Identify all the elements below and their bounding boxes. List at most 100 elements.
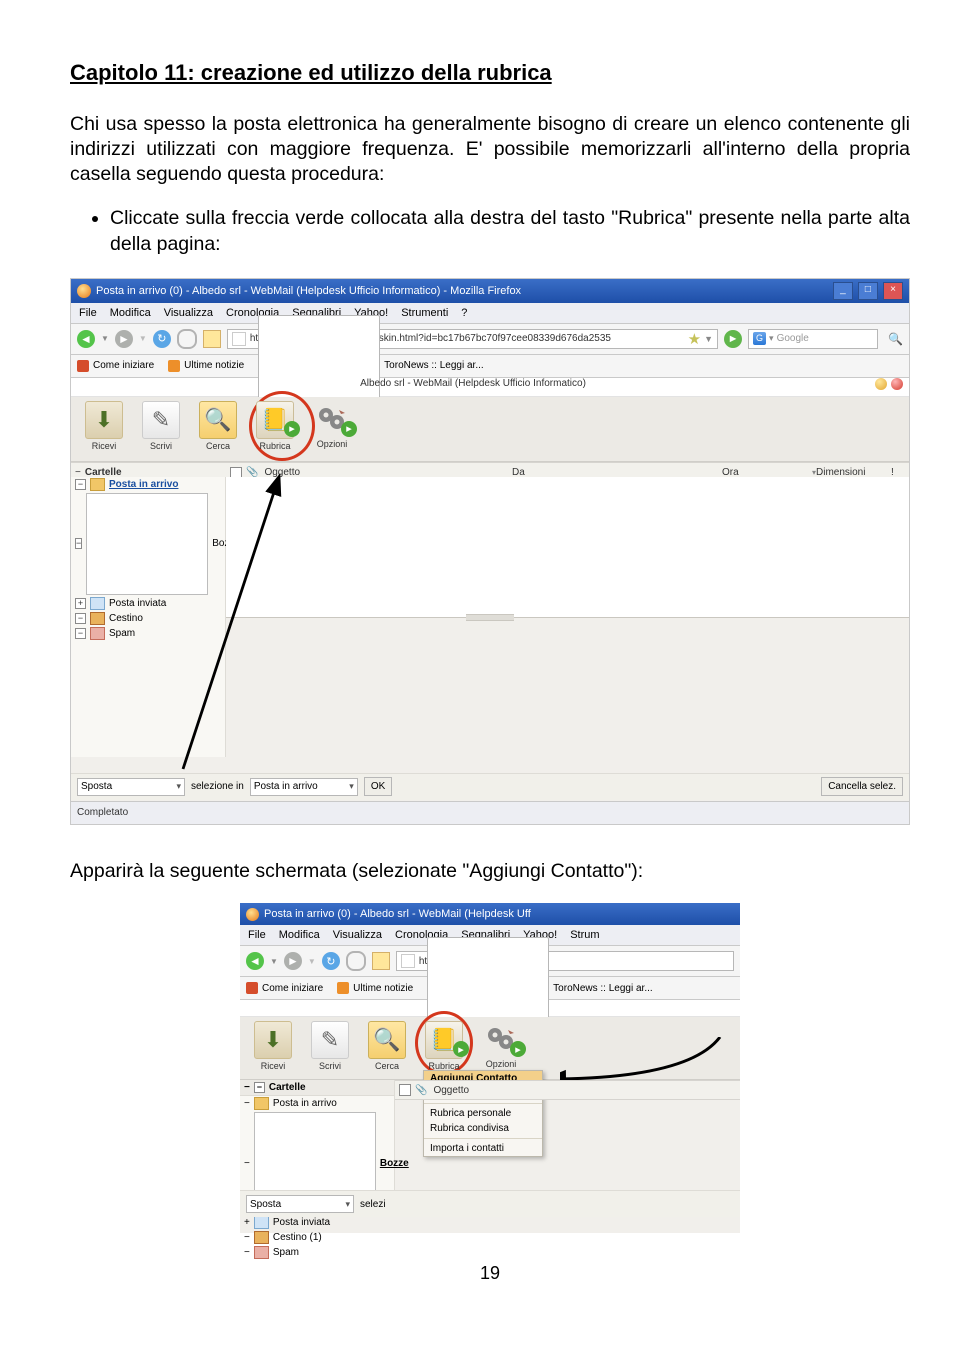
maximize-icon[interactable]: □ <box>858 282 878 300</box>
exit-icon[interactable] <box>891 378 903 390</box>
search-input[interactable]: G ▾ Google <box>748 329 878 349</box>
sposta-select[interactable]: Sposta▾ <box>246 1195 354 1213</box>
star-icon[interactable]: ★ <box>688 330 701 348</box>
folder-icon <box>90 478 105 491</box>
tree-header: Cartelle <box>269 1082 306 1093</box>
select-all-checkbox[interactable] <box>399 1084 411 1096</box>
annotation-arrow <box>183 489 303 792</box>
scrivi-icon: ✎ <box>142 401 180 439</box>
menu-visualizza[interactable]: Visualizza <box>333 929 382 941</box>
tree-item-cestino[interactable]: −Cestino (1) <box>240 1230 394 1245</box>
window-titlebar: Posta in arrivo (0) - Albedo srl - WebMa… <box>240 903 740 925</box>
forward-icon[interactable]: ► <box>284 952 302 970</box>
col-oggetto[interactable]: Oggetto <box>433 1085 469 1096</box>
tree-collapse-icon[interactable]: − <box>244 1082 250 1093</box>
stop-icon[interactable] <box>346 951 366 971</box>
trash-icon <box>90 612 105 625</box>
window-title: Posta in arrivo (0) - Albedo srl - WebMa… <box>96 285 521 297</box>
help-icon[interactable] <box>875 378 887 390</box>
sposta-select[interactable]: Sposta▾ <box>77 778 185 796</box>
folder-tree: −−Cartelle −Posta in arrivo −Bozze +Post… <box>240 1080 395 1190</box>
screenshot-2: Posta in arrivo (0) - Albedo srl - WebMa… <box>240 903 740 1233</box>
selezi-label: selezi <box>360 1199 386 1210</box>
toolbar-cerca[interactable]: 🔍Cerca <box>360 1021 414 1071</box>
firefox-icon <box>246 908 259 921</box>
search-placeholder: Google <box>777 333 809 344</box>
bookmark-ultime-notizie[interactable]: Ultime notizie <box>168 360 244 372</box>
tree-item-posta-in-arrivo[interactable]: −Posta in arrivo <box>240 1096 394 1111</box>
intro-paragraph: Chi usa spesso la posta elettronica ha g… <box>70 112 910 187</box>
selezione-in-label: selezione in <box>191 781 244 792</box>
toolbar-rubrica[interactable]: 📒 ▸ Rubrica <box>248 401 302 451</box>
menu-modifica[interactable]: Modifica <box>279 929 320 941</box>
tree-item-spam[interactable]: −Spam <box>240 1245 394 1260</box>
home-icon[interactable] <box>203 330 221 348</box>
back-dropdown-icon[interactable]: ▼ <box>101 334 109 343</box>
app-header: Albedo srl - WebMail (Helpdesk Ufficio I… <box>71 378 909 397</box>
spam-icon <box>254 1246 269 1259</box>
back-dropdown-icon[interactable]: ▼ <box>270 957 278 966</box>
nav-toolbar: ◄ ▼ ► ▼ ↻ http://webmail.albedo.it/blank… <box>71 324 909 355</box>
menu-file[interactable]: File <box>79 307 97 319</box>
cerca-icon: 🔍 <box>199 401 237 439</box>
forward-icon[interactable]: ► <box>115 330 133 348</box>
chapter-title: Capitolo 11: creazione ed utilizzo della… <box>70 60 910 86</box>
toolbar-cerca[interactable]: 🔍 Cerca <box>191 401 245 451</box>
bookmark-come-iniziare[interactable]: Come iniziare <box>246 982 323 994</box>
bookmark-come-iniziare[interactable]: Come iniziare <box>77 360 154 372</box>
ok-button[interactable]: OK <box>364 777 392 796</box>
bookmark-ultime-notizie[interactable]: Ultime notizie <box>337 982 413 994</box>
menu-bar[interactable]: File Modifica Visualizza Cronologia Segn… <box>71 303 909 324</box>
between-paragraph: Apparirà la seguente schermata (selezion… <box>70 859 910 884</box>
tree-item-posta-inviata[interactable]: +Posta inviata <box>240 1215 394 1230</box>
status-bar: Completato <box>71 801 909 824</box>
attachment-col-icon: 📎 <box>415 1085 427 1096</box>
action-bar: Sposta▾ selezione in Posta in arrivo▾ OK… <box>71 773 909 800</box>
opzioni-dropdown-icon[interactable]: ▸ <box>341 421 357 437</box>
reload-icon[interactable]: ↻ <box>153 330 171 348</box>
reload-icon[interactable]: ↻ <box>322 952 340 970</box>
forward-dropdown-icon[interactable]: ▼ <box>139 334 147 343</box>
menu-file[interactable]: File <box>248 929 266 941</box>
app-toolbar: ⬇Ricevi ✎Scrivi 🔍Cerca 📒▸Rubrica ▸Opzion… <box>240 1017 740 1080</box>
ricevi-icon: ⬇ <box>254 1021 292 1059</box>
toolbar-ricevi[interactable]: ⬇Ricevi <box>246 1021 300 1071</box>
toolbar-scrivi[interactable]: ✎Scrivi <box>303 1021 357 1071</box>
message-list-area: 📎 Oggetto <box>395 1080 740 1190</box>
app-toolbar: ⬇ Ricevi ✎ Scrivi 🔍 Cerca 📒 ▸ Rubrica ▸ <box>71 397 909 462</box>
destination-select[interactable]: Posta in arrivo▾ <box>250 778 358 796</box>
rubrica-dropdown-icon[interactable]: ▸ <box>453 1041 469 1057</box>
home-icon[interactable] <box>372 952 390 970</box>
search-go-icon[interactable]: 🔍 <box>888 332 903 346</box>
screenshot-1: Posta in arrivo (0) - Albedo srl - WebMa… <box>70 278 910 825</box>
window-buttons[interactable]: _ □ × <box>831 282 903 300</box>
back-icon[interactable]: ◄ <box>77 330 95 348</box>
opzioni-dropdown-icon[interactable]: ▸ <box>510 1041 526 1057</box>
url-dropdown-icon[interactable]: ▼ <box>704 334 713 344</box>
go-icon[interactable]: ► <box>724 330 742 348</box>
bookmark-toolbar: Come iniziare Ultime notizie ToroNews ::… <box>240 977 740 1000</box>
toolbar-opzioni[interactable]: ▸ Opzioni <box>305 401 359 449</box>
back-icon[interactable]: ◄ <box>246 952 264 970</box>
cancella-selez-button[interactable]: Cancella selez. <box>821 777 903 796</box>
forward-dropdown-icon[interactable]: ▼ <box>308 957 316 966</box>
toolbar-ricevi[interactable]: ⬇ Ricevi <box>77 401 131 451</box>
ricevi-icon: ⬇ <box>85 401 123 439</box>
toolbar-opzioni[interactable]: ▸Opzioni <box>474 1021 528 1069</box>
menu-visualizza[interactable]: Visualizza <box>164 307 213 319</box>
toolbar-rubrica[interactable]: 📒▸Rubrica <box>417 1021 471 1071</box>
toolbar-scrivi[interactable]: ✎ Scrivi <box>134 401 188 451</box>
bullet-step: Cliccate sulla freccia verde collocata a… <box>110 206 910 257</box>
close-icon[interactable]: × <box>883 282 903 300</box>
dropdown-icon: ▾ <box>345 1199 350 1210</box>
bookmark-toolbar: Come iniziare Ultime notizie ToroNews ::… <box>71 355 909 378</box>
stop-icon[interactable] <box>177 329 197 349</box>
page-favicon <box>232 332 246 346</box>
page-favicon <box>401 954 415 968</box>
window-title: Posta in arrivo (0) - Albedo srl - WebMa… <box>264 908 531 920</box>
rubrica-dropdown-icon[interactable]: ▸ <box>284 421 300 437</box>
minimize-icon[interactable]: _ <box>833 282 853 300</box>
splitter[interactable] <box>466 614 514 621</box>
menu-modifica[interactable]: Modifica <box>110 307 151 319</box>
message-list-area <box>226 477 909 618</box>
